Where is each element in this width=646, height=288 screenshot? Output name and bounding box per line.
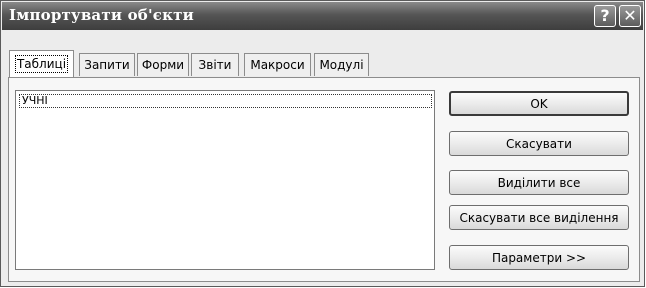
select-all-button[interactable]: Виділити все [449,170,629,195]
cancel-button[interactable]: Скасувати [449,131,629,156]
ok-button[interactable]: OK [449,91,629,116]
title-bar[interactable]: Імпортувати об'єкти ? ✕ [2,2,643,30]
tab-reports[interactable]: Звіти [191,53,239,76]
deselect-all-button[interactable]: Скасувати все виділення [449,205,629,230]
tab-forms[interactable]: Форми [137,53,189,76]
tab-tables[interactable]: Таблиці [9,50,74,77]
tab-queries[interactable]: Запити [79,53,135,76]
window-title: Імпортувати об'єкти [9,6,194,24]
list-item[interactable]: УЧНІ [19,94,432,108]
close-icon[interactable]: ✕ [619,5,641,27]
tab-modules[interactable]: Модулі [314,53,369,76]
help-icon[interactable]: ? [594,5,616,27]
options-button[interactable]: Параметри >> [449,245,629,270]
tab-macros[interactable]: Макроси [244,53,311,76]
objects-listbox[interactable]: УЧНІ [15,90,435,270]
import-objects-dialog: Імпортувати об'єкти ? ✕ Таблиці Запити Ф… [0,0,645,287]
